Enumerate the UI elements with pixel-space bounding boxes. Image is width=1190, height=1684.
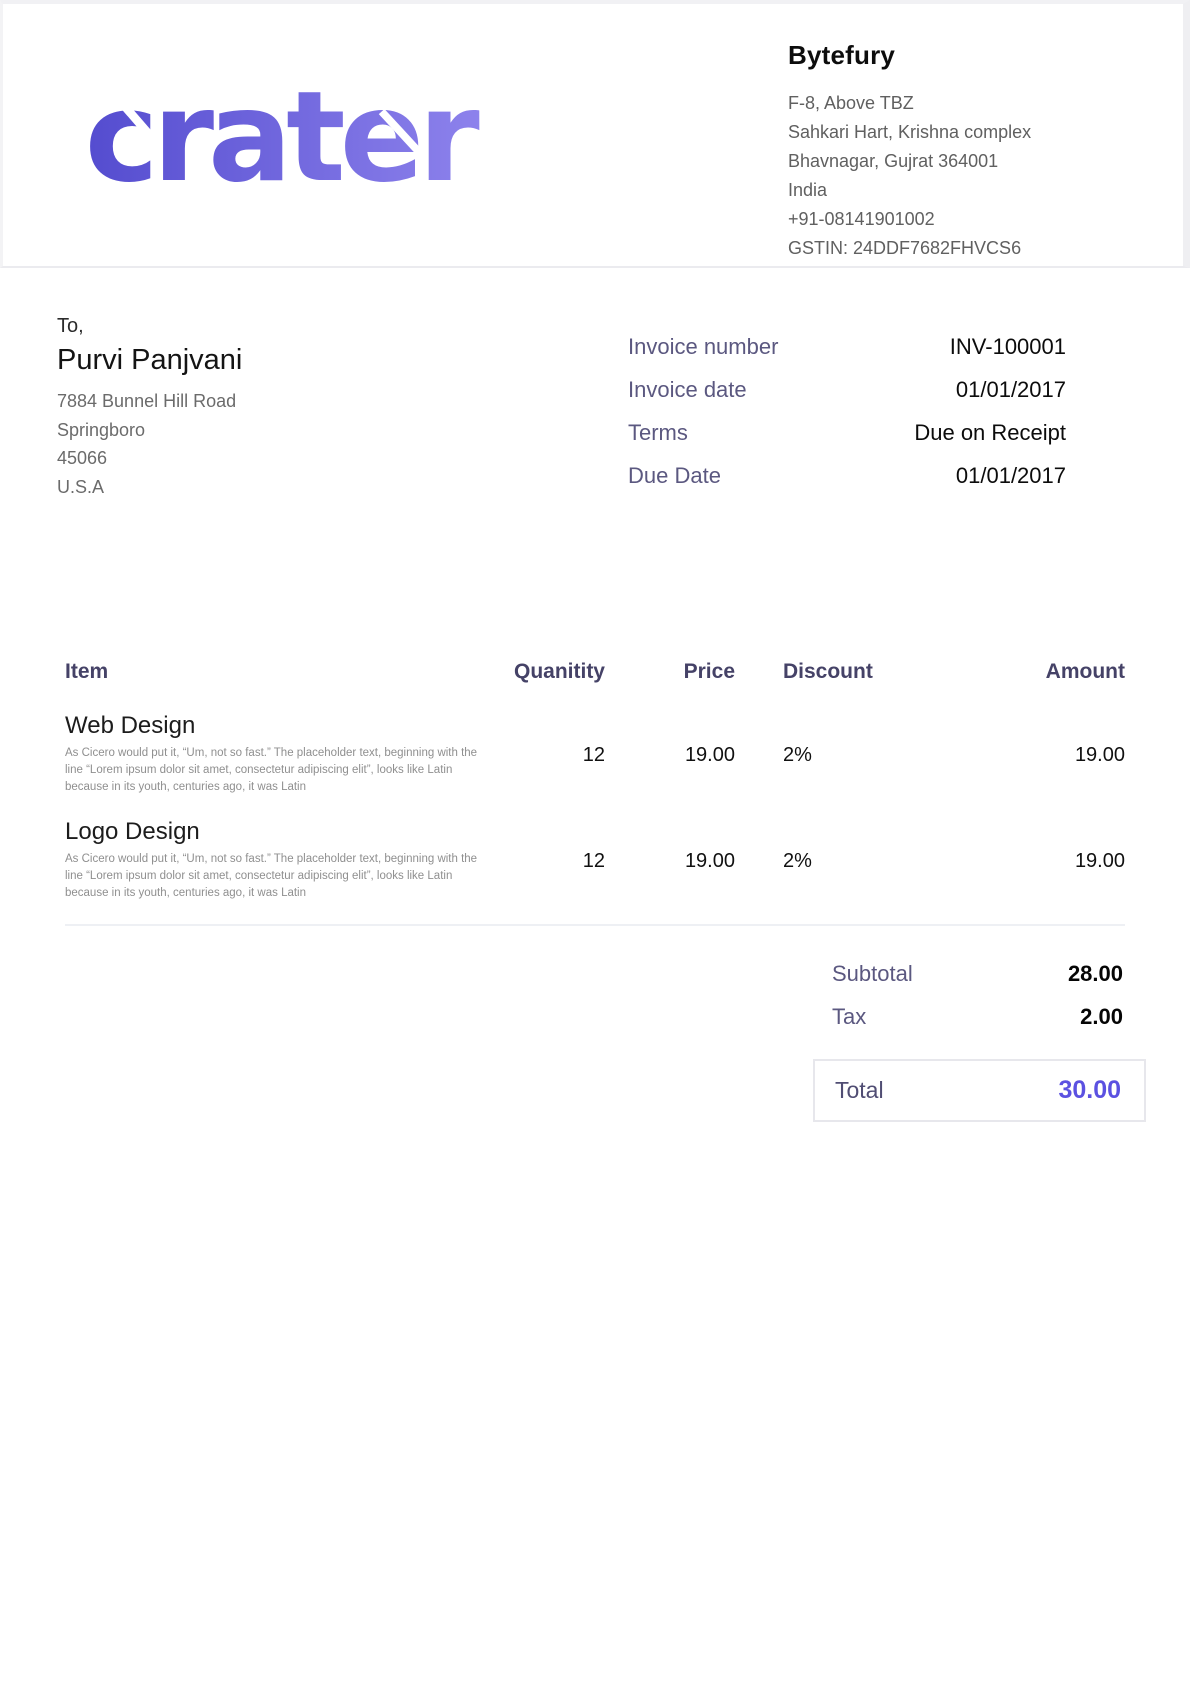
item-discount: 2% bbox=[735, 818, 920, 902]
item-name: Web Design bbox=[65, 712, 485, 740]
terms-label: Terms bbox=[628, 418, 688, 448]
total-value: 30.00 bbox=[1058, 1076, 1121, 1105]
table-row: Web Design As Cicero would put it, “Um, … bbox=[65, 712, 1125, 818]
meta-row-due-date: Due Date 01/01/2017 bbox=[628, 461, 1066, 491]
table-row: Logo Design As Cicero would put it, “Um,… bbox=[65, 818, 1125, 924]
invoice-number-label: Invoice number bbox=[628, 332, 778, 362]
item-name: Logo Design bbox=[65, 818, 485, 846]
meta-row-invoice-date: Invoice date 01/01/2017 bbox=[628, 375, 1066, 405]
column-header-quantity: Quanitity bbox=[485, 660, 605, 684]
item-cell: Web Design As Cicero would put it, “Um, … bbox=[65, 712, 485, 796]
due-date-label: Due Date bbox=[628, 461, 721, 491]
items-table-body: Web Design As Cicero would put it, “Um, … bbox=[65, 712, 1125, 926]
column-header-price: Price bbox=[605, 660, 735, 684]
invoice-number-value: INV-100001 bbox=[950, 332, 1066, 362]
meta-row-invoice-number: Invoice number INV-100001 bbox=[628, 332, 1066, 362]
item-amount: 19.00 bbox=[920, 818, 1125, 902]
item-price: 19.00 bbox=[605, 712, 735, 796]
crater-logo: crater bbox=[49, 74, 489, 202]
company-gstin: GSTIN: 24DDF7682FHVCS6 bbox=[788, 234, 1158, 263]
item-description: As Cicero would put it, “Um, not so fast… bbox=[65, 745, 485, 796]
item-description: As Cicero would put it, “Um, not so fast… bbox=[65, 851, 485, 902]
due-date-value: 01/01/2017 bbox=[956, 461, 1066, 491]
tax-label: Tax bbox=[832, 1002, 866, 1032]
item-price: 19.00 bbox=[605, 818, 735, 902]
total-box: Total 30.00 bbox=[813, 1059, 1146, 1122]
company-address-line: Bhavnagar, Gujrat 364001 bbox=[788, 147, 1158, 176]
column-header-amount: Amount bbox=[920, 660, 1125, 684]
item-amount: 19.00 bbox=[920, 712, 1125, 796]
column-header-discount: Discount bbox=[735, 660, 920, 684]
company-address-line: F-8, Above TBZ bbox=[788, 89, 1158, 118]
billing-section: To, Purvi Panjvani 7884 Bunnel Hill Road… bbox=[0, 268, 1190, 500]
invoice-page: crater Bytefury F-8, Above TBZ Sahkari H… bbox=[0, 0, 1190, 1684]
invoice-date-label: Invoice date bbox=[628, 375, 747, 405]
totals-section: Subtotal 28.00 Tax 2.00 Total 30.00 bbox=[65, 959, 1125, 1122]
item-discount: 2% bbox=[735, 712, 920, 796]
tax-row: Tax 2.00 bbox=[832, 1002, 1123, 1032]
column-header-item: Item bbox=[65, 660, 485, 684]
meta-row-terms: Terms Due on Receipt bbox=[628, 418, 1066, 448]
item-quantity: 12 bbox=[485, 712, 605, 796]
subtotal-label: Subtotal bbox=[832, 959, 913, 989]
item-quantity: 12 bbox=[485, 818, 605, 902]
company-name: Bytefury bbox=[788, 40, 1158, 71]
total-label: Total bbox=[835, 1077, 884, 1104]
company-address-line: India bbox=[788, 176, 1158, 205]
company-info: Bytefury F-8, Above TBZ Sahkari Hart, Kr… bbox=[788, 40, 1158, 263]
subtotal-value: 28.00 bbox=[1068, 959, 1123, 989]
invoice-meta: Invoice number INV-100001 Invoice date 0… bbox=[628, 332, 1066, 504]
items-table: Item Quanitity Price Discount Amount Web… bbox=[65, 660, 1125, 926]
logo-wordmark: crater bbox=[85, 74, 481, 202]
company-phone: +91-08141901002 bbox=[788, 205, 1158, 234]
company-address-line: Sahkari Hart, Krishna complex bbox=[788, 118, 1158, 147]
item-cell: Logo Design As Cicero would put it, “Um,… bbox=[65, 818, 485, 902]
items-table-header: Item Quanitity Price Discount Amount bbox=[65, 660, 1125, 684]
invoice-header: crater Bytefury F-8, Above TBZ Sahkari H… bbox=[0, 0, 1190, 268]
invoice-date-value: 01/01/2017 bbox=[956, 375, 1066, 405]
terms-value: Due on Receipt bbox=[914, 418, 1066, 448]
tax-value: 2.00 bbox=[1080, 1002, 1123, 1032]
subtotal-row: Subtotal 28.00 bbox=[832, 959, 1123, 989]
